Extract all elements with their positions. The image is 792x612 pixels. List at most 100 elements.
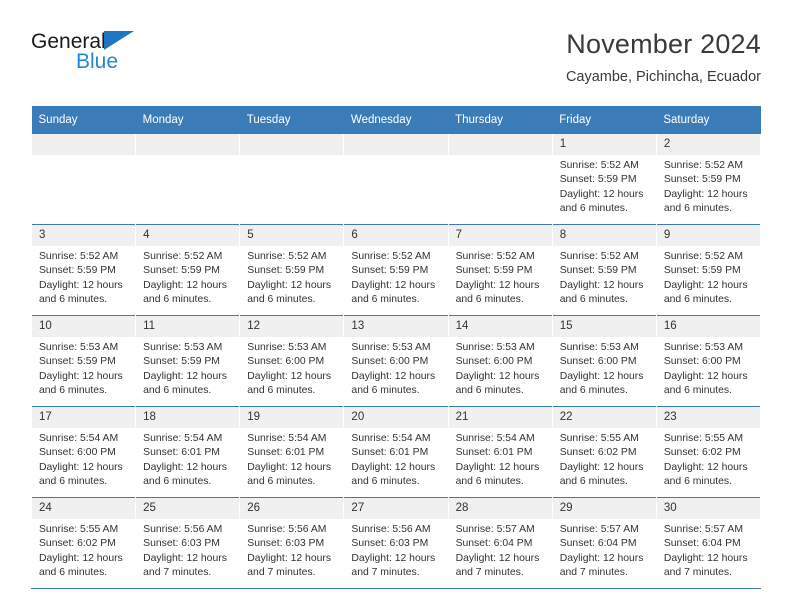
daylight-text: Daylight: 12 hours and 6 minutes. — [351, 370, 436, 397]
day-details: Sunrise: 5:57 AM Sunset: 6:04 PM Daylight:… — [449, 519, 552, 581]
day-number: 7 — [448, 225, 552, 246]
daylight-text: Daylight: 12 hours and 6 minutes. — [39, 552, 123, 579]
calendar-day-cell[interactable]: 24 Sunrise: 5:55 AM Sunset: 6:02 PM Dayligh… — [30, 497, 137, 589]
day-number — [344, 134, 448, 155]
daylight-text: Daylight: 12 hours and 6 minutes. — [143, 279, 227, 306]
calendar-day-cell[interactable]: 3 Sunrise: 5:52 AM Sunset: 5:59 PM Daylight… — [30, 224, 137, 316]
day-number: 20 — [344, 407, 448, 428]
sunset-text: Sunset: 6:01 PM — [247, 447, 325, 459]
day-details: Sunrise: 5:52 AM Sunset: 5:59 PM Daylight:… — [136, 246, 239, 308]
daylight-text: Daylight: 12 hours and 6 minutes. — [559, 461, 644, 488]
calendar-day-cell[interactable]: 20 Sunrise: 5:54 AM Sunset: 6:01 PM Dayligh… — [343, 406, 449, 498]
day-number: 1 — [552, 134, 656, 155]
daylight-text: Daylight: 12 hours and 7 minutes. — [455, 552, 540, 579]
day-details: Sunrise: 5:52 AM Sunset: 5:59 PM Daylight:… — [657, 155, 760, 217]
day-details: Sunrise: 5:54 AM Sunset: 6:01 PM Daylight:… — [449, 428, 552, 490]
calendar-day-cell[interactable]: 21 Sunrise: 5:54 AM Sunset: 6:01 PM Dayligh… — [447, 406, 553, 498]
sunrise-text: Sunrise: 5:52 AM — [455, 251, 535, 262]
page-header: General Blue November 2024 Cayambe, Pich… — [31, 28, 761, 100]
day-number — [32, 134, 136, 155]
day-details: Sunrise: 5:54 AM Sunset: 6:01 PM Daylight:… — [136, 428, 239, 490]
calendar-day-cell[interactable]: 28 Sunrise: 5:57 AM Sunset: 6:04 PM Dayligh… — [447, 497, 553, 589]
daylight-text: Daylight: 12 hours and 6 minutes. — [143, 370, 227, 397]
day-details: Sunrise: 5:52 AM Sunset: 5:59 PM Daylight:… — [32, 246, 135, 308]
title-block: November 2024 Cayambe, Pichincha, Ecuado… — [566, 28, 761, 86]
day-details: Sunrise: 5:53 AM Sunset: 6:00 PM Daylight:… — [344, 337, 447, 399]
calendar-day-cell[interactable]: 22 Sunrise: 5:55 AM Sunset: 6:02 PM Dayligh… — [551, 406, 657, 498]
day-number — [136, 134, 240, 155]
daylight-text: Daylight: 12 hours and 7 minutes. — [143, 552, 227, 579]
calendar-day-cell[interactable]: 6 Sunrise: 5:52 AM Sunset: 5:59 PM Daylight… — [343, 224, 449, 316]
sunrise-text: Sunrise: 5:53 AM — [455, 342, 535, 353]
calendar-day-cell[interactable]: 16 Sunrise: 5:53 AM Sunset: 6:00 PM Dayligh… — [655, 315, 762, 407]
calendar-week-row: 3 Sunrise: 5:52 AM Sunset: 5:59 PM Daylight… — [30, 224, 762, 316]
calendar-body: 1 Sunrise: 5:52 AM Sunset: 5:59 PM Daylight… — [30, 134, 762, 589]
sunset-text: Sunset: 6:04 PM — [663, 538, 741, 550]
day-details: Sunrise: 5:53 AM Sunset: 5:59 PM Daylight:… — [136, 337, 239, 399]
day-details: Sunrise: 5:57 AM Sunset: 6:04 PM Daylight:… — [657, 519, 760, 581]
weekday-header-friday: Friday — [552, 106, 657, 134]
calendar-day-cell[interactable]: 4 Sunrise: 5:52 AM Sunset: 5:59 PM Daylight… — [135, 224, 241, 316]
sunrise-text: Sunrise: 5:54 AM — [39, 433, 119, 444]
sunset-text: Sunset: 6:00 PM — [455, 356, 533, 368]
daylight-text: Daylight: 12 hours and 7 minutes. — [663, 552, 748, 579]
day-number: 18 — [136, 407, 240, 428]
day-number: 19 — [240, 407, 344, 428]
weekday-header-monday: Monday — [135, 106, 240, 134]
day-details: Sunrise: 5:52 AM Sunset: 5:59 PM Daylight:… — [553, 155, 656, 217]
calendar-day-cell[interactable]: 9 Sunrise: 5:52 AM Sunset: 5:59 PM Daylight… — [655, 224, 762, 316]
daylight-text: Daylight: 12 hours and 7 minutes. — [351, 552, 436, 579]
day-details: Sunrise: 5:53 AM Sunset: 5:59 PM Daylight:… — [32, 337, 135, 399]
calendar-day-cell[interactable]: 2 Sunrise: 5:52 AM Sunset: 5:59 PM Daylight… — [655, 134, 762, 225]
sunset-text: Sunset: 6:01 PM — [143, 447, 220, 459]
sunset-text: Sunset: 6:02 PM — [663, 447, 741, 459]
calendar-day-cell[interactable]: 5 Sunrise: 5:52 AM Sunset: 5:59 PM Daylight… — [239, 224, 345, 316]
calendar-day-cell[interactable]: 18 Sunrise: 5:54 AM Sunset: 6:01 PM Dayligh… — [135, 406, 241, 498]
sunrise-text: Sunrise: 5:52 AM — [351, 251, 431, 262]
daylight-text: Daylight: 12 hours and 6 minutes. — [455, 461, 540, 488]
sunset-text: Sunset: 6:00 PM — [559, 356, 637, 368]
day-number — [448, 134, 552, 155]
calendar-day-cell[interactable]: 12 Sunrise: 5:53 AM Sunset: 6:00 PM Dayligh… — [239, 315, 345, 407]
sunrise-text: Sunrise: 5:53 AM — [143, 342, 223, 353]
sunrise-text: Sunrise: 5:54 AM — [351, 433, 431, 444]
sunset-text: Sunset: 6:00 PM — [351, 356, 429, 368]
sunrise-text: Sunrise: 5:55 AM — [559, 433, 639, 444]
day-details: Sunrise: 5:52 AM Sunset: 5:59 PM Daylight:… — [240, 246, 343, 308]
sunset-text: Sunset: 6:00 PM — [247, 356, 325, 368]
calendar-day-cell[interactable]: 7 Sunrise: 5:52 AM Sunset: 5:59 PM Daylight… — [447, 224, 553, 316]
calendar-day-cell[interactable]: 19 Sunrise: 5:54 AM Sunset: 6:01 PM Dayligh… — [239, 406, 345, 498]
calendar-day-cell[interactable]: 15 Sunrise: 5:53 AM Sunset: 6:00 PM Dayligh… — [551, 315, 657, 407]
calendar-day-cell[interactable]: 17 Sunrise: 5:54 AM Sunset: 6:00 PM Dayligh… — [30, 406, 137, 498]
calendar-day-cell[interactable]: 29 Sunrise: 5:57 AM Sunset: 6:04 PM Dayligh… — [551, 497, 657, 589]
sunrise-text: Sunrise: 5:56 AM — [143, 524, 223, 535]
calendar-week-row: 17 Sunrise: 5:54 AM Sunset: 6:00 PM Dayligh… — [30, 406, 762, 498]
day-number: 10 — [32, 316, 136, 337]
page-subtitle: Cayambe, Pichincha, Ecuador — [565, 69, 761, 85]
calendar-day-cell[interactable]: 13 Sunrise: 5:53 AM Sunset: 6:00 PM Dayligh… — [343, 315, 449, 407]
calendar-day-cell[interactable]: 14 Sunrise: 5:53 AM Sunset: 6:00 PM Dayligh… — [447, 315, 553, 407]
daylight-text: Daylight: 12 hours and 6 minutes. — [559, 279, 644, 306]
calendar-day-cell[interactable]: 23 Sunrise: 5:55 AM Sunset: 6:02 PM Dayligh… — [655, 406, 762, 498]
daylight-text: Daylight: 12 hours and 6 minutes. — [351, 279, 436, 306]
day-number: 24 — [32, 498, 136, 519]
day-number: 26 — [240, 498, 344, 519]
calendar-day-cell[interactable]: 25 Sunrise: 5:56 AM Sunset: 6:03 PM Dayligh… — [135, 497, 241, 589]
daylight-text: Daylight: 12 hours and 6 minutes. — [663, 188, 748, 215]
brand-logo[interactable]: General Blue — [31, 30, 251, 73]
calendar-day-cell[interactable]: 30 Sunrise: 5:57 AM Sunset: 6:04 PM Dayligh… — [655, 497, 762, 589]
calendar-day-cell[interactable]: 11 Sunrise: 5:53 AM Sunset: 5:59 PM Dayligh… — [135, 315, 241, 407]
sunrise-text: Sunrise: 5:56 AM — [351, 524, 431, 535]
sunset-text: Sunset: 6:00 PM — [39, 447, 116, 459]
sunset-text: Sunset: 6:03 PM — [143, 538, 220, 550]
sunset-text: Sunset: 5:59 PM — [559, 265, 637, 277]
calendar-day-cell[interactable]: 26 Sunrise: 5:56 AM Sunset: 6:03 PM Dayligh… — [239, 497, 345, 589]
calendar-day-cell[interactable]: 27 Sunrise: 5:56 AM Sunset: 6:03 PM Dayligh… — [343, 497, 449, 589]
calendar-day-cell[interactable]: 8 Sunrise: 5:52 AM Sunset: 5:59 PM Daylight… — [551, 224, 657, 316]
sunrise-text: Sunrise: 5:52 AM — [247, 251, 327, 262]
calendar-day-cell-empty — [135, 134, 241, 225]
calendar-day-cell[interactable]: 1 Sunrise: 5:52 AM Sunset: 5:59 PM Daylight… — [551, 134, 657, 225]
daylight-text: Daylight: 12 hours and 6 minutes. — [663, 461, 748, 488]
sunset-text: Sunset: 5:59 PM — [143, 356, 220, 368]
calendar-day-cell[interactable]: 10 Sunrise: 5:53 AM Sunset: 5:59 PM Dayligh… — [30, 315, 137, 407]
